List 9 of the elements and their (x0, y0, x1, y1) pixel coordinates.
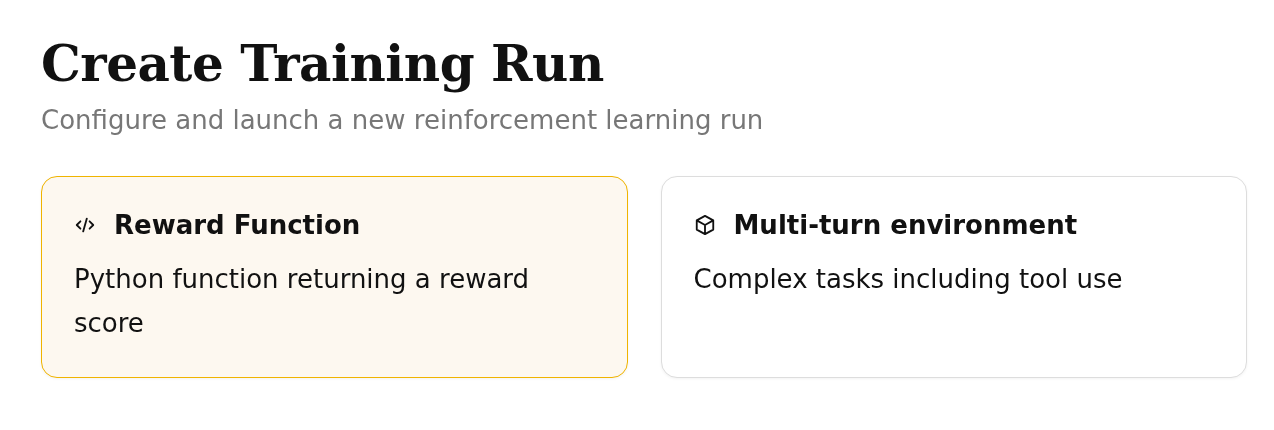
option-title: Multi-turn environment (733, 209, 1078, 242)
option-description: Python function returning a reward score (74, 263, 531, 340)
option-card[interactable]: Multi-turn environment Complex tasks including tool use (660, 176, 1247, 378)
page-subtitle: Configure and launch a new reinforcement learning run (41, 104, 765, 137)
option-title: Reward Function (114, 209, 361, 242)
cube-icon (693, 214, 716, 236)
page-title: Create Training Run (41, 33, 605, 95)
option-card[interactable]: Reward Function Python function returning a reward score (41, 176, 628, 378)
option-description: Complex tasks including tool use (693, 263, 1124, 296)
